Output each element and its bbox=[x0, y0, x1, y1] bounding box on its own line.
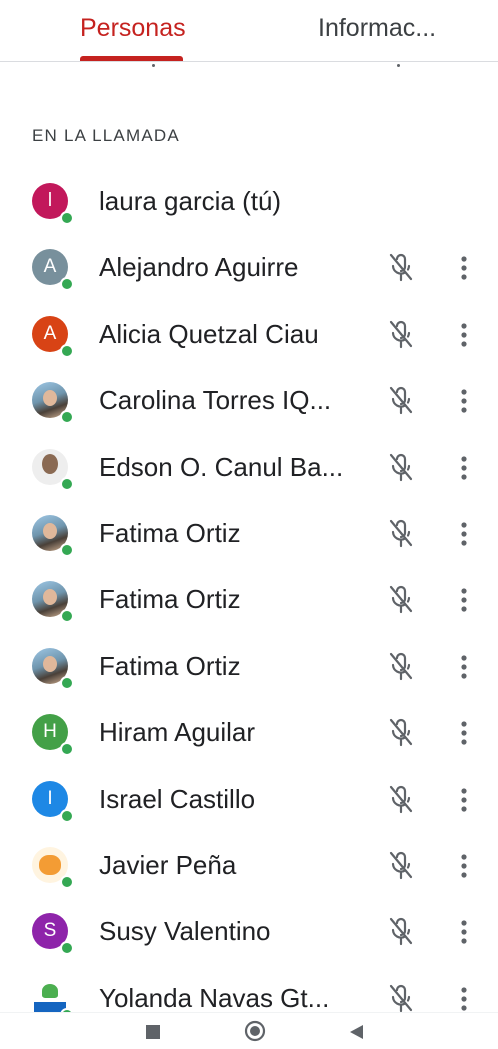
participant-name: Hiram Aguilar bbox=[99, 717, 256, 748]
participant-row[interactable]: H Hiram Aguilar bbox=[0, 699, 498, 765]
more-vert-icon[interactable] bbox=[452, 254, 476, 282]
more-vert-icon[interactable] bbox=[452, 520, 476, 548]
participant-name: laura garcia (tú) bbox=[99, 186, 282, 216]
participant-row[interactable]: Edson O. Canul Ba... bbox=[0, 434, 498, 500]
tab-info[interactable]: Informac... bbox=[318, 14, 436, 62]
circle-icon[interactable] bbox=[244, 1020, 266, 1042]
mic-off-icon bbox=[388, 718, 414, 748]
participant-row[interactable]: A Alejandro Aguirre bbox=[0, 234, 498, 300]
online-status-dot bbox=[60, 211, 74, 225]
participant-name: Fatima Ortiz bbox=[99, 584, 241, 615]
mic-off-icon bbox=[388, 320, 414, 350]
divider-mark bbox=[152, 64, 155, 67]
participant-row[interactable]: I Israel Castillo bbox=[0, 766, 498, 832]
more-vert-icon[interactable] bbox=[452, 918, 476, 946]
mic-off-icon bbox=[388, 652, 414, 682]
more-vert-icon[interactable] bbox=[452, 387, 476, 415]
participant-name: Fatima Ortiz bbox=[99, 650, 241, 681]
mic-off-icon bbox=[388, 785, 414, 815]
participant-name: Susy Valentino bbox=[99, 916, 271, 947]
more-vert-icon[interactable] bbox=[452, 852, 476, 880]
mic-off-icon bbox=[388, 917, 414, 947]
mic-off-icon bbox=[388, 453, 414, 483]
mic-off-icon bbox=[388, 253, 414, 283]
participant-name: Carolina Torres IQ... bbox=[99, 385, 332, 416]
mic-off-icon bbox=[388, 585, 414, 615]
online-status-dot bbox=[60, 542, 74, 557]
more-vert-icon[interactable] bbox=[452, 454, 476, 482]
more-vert-icon[interactable] bbox=[452, 719, 476, 747]
tab-bar: Personas Informac... bbox=[0, 0, 498, 62]
more-vert-icon[interactable] bbox=[452, 321, 476, 349]
online-status-dot bbox=[60, 874, 74, 889]
section-title: EN LA LLAMADA bbox=[32, 126, 180, 145]
participant-row[interactable]: Fatima Ortiz bbox=[0, 566, 498, 632]
participant-name: Israel Castillo bbox=[99, 783, 256, 814]
square-icon[interactable] bbox=[146, 1025, 160, 1039]
more-vert-icon[interactable] bbox=[452, 586, 476, 614]
participant-row[interactable]: S Susy Valentino bbox=[0, 898, 498, 964]
participant-name: Alicia Quetzal Ciau bbox=[99, 318, 319, 349]
mic-off-icon bbox=[388, 519, 414, 549]
mic-off-icon bbox=[388, 984, 414, 1014]
participant-row[interactable]: l laura garcia (tú) bbox=[0, 168, 498, 234]
online-status-dot bbox=[60, 277, 74, 292]
online-status-dot bbox=[60, 410, 74, 425]
active-tab-indicator bbox=[80, 56, 183, 61]
triangle-back-icon[interactable] bbox=[348, 1024, 364, 1040]
participant-row[interactable]: Carolina Torres IQ... bbox=[0, 367, 498, 433]
participant-row[interactable]: Fatima Ortiz bbox=[0, 633, 498, 699]
more-vert-icon[interactable] bbox=[452, 786, 476, 814]
online-status-dot bbox=[60, 675, 74, 690]
participant-row[interactable]: Fatima Ortiz bbox=[0, 500, 498, 566]
online-status-dot bbox=[60, 742, 74, 757]
participant-name: Fatima Ortiz bbox=[99, 517, 241, 548]
participant-name: Yolanda Navas Gt... bbox=[99, 982, 330, 1013]
online-status-dot bbox=[60, 609, 74, 624]
tab-people[interactable]: Personas bbox=[80, 14, 186, 62]
system-nav-bar bbox=[0, 1012, 498, 1049]
online-status-dot bbox=[60, 343, 74, 358]
participant-name: Edson O. Canul Ba... bbox=[99, 451, 344, 482]
more-vert-icon[interactable] bbox=[452, 653, 476, 681]
online-status-dot bbox=[60, 808, 74, 823]
mic-off-icon bbox=[388, 386, 414, 416]
participant-name: Alejandro Aguirre bbox=[99, 252, 299, 283]
mic-off-icon bbox=[388, 851, 414, 881]
online-status-dot bbox=[60, 476, 74, 491]
online-status-dot bbox=[60, 941, 74, 956]
participant-row[interactable]: A Alicia Quetzal Ciau bbox=[0, 301, 498, 367]
participant-name: Javier Peña bbox=[99, 849, 237, 880]
divider-mark bbox=[397, 64, 400, 67]
participant-row[interactable]: Javier Peña bbox=[0, 832, 498, 898]
participant-list: l laura garcia (tú) A Alejandro Aguirre A Ali… bbox=[0, 168, 498, 1031]
more-vert-icon[interactable] bbox=[452, 985, 476, 1013]
